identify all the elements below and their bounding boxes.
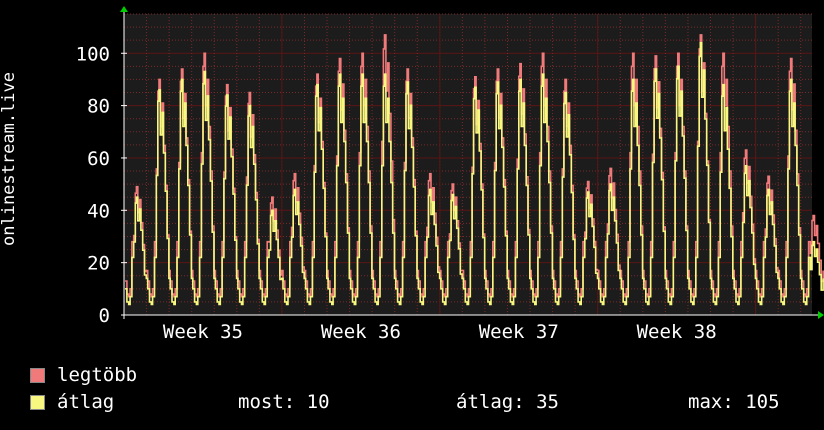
legend-swatch-avg [30,394,45,410]
y-tick-label: 20 [87,253,110,275]
y-tick-label: 100 [76,43,110,65]
stat-max: max: 105 [688,391,780,413]
legend-label-max: legtöbb [57,364,138,386]
x-tick-label: Week 36 [321,321,401,343]
legend-label-avg: átlag [57,391,115,413]
y-axis-label: onlinestream.live [0,72,19,246]
legend-swatch-max [30,367,45,383]
x-tick-label: Week 37 [479,321,559,343]
x-tick-label: Week 38 [637,321,717,343]
y-tick-label: 40 [87,200,110,222]
y-tick-label: 80 [87,96,110,118]
legend-item-max: legtöbb [30,363,137,387]
y-tick-label: 60 [87,148,110,170]
stat-average: átlag: 35 [456,391,559,413]
y-axis-arrow [120,6,128,12]
legend-item-avg: átlag [30,390,114,414]
stat-now: most: 10 [238,391,330,413]
x-tick-label: Week 35 [163,321,243,343]
x-axis-arrow [818,311,824,319]
y-tick-label: 0 [99,305,110,327]
